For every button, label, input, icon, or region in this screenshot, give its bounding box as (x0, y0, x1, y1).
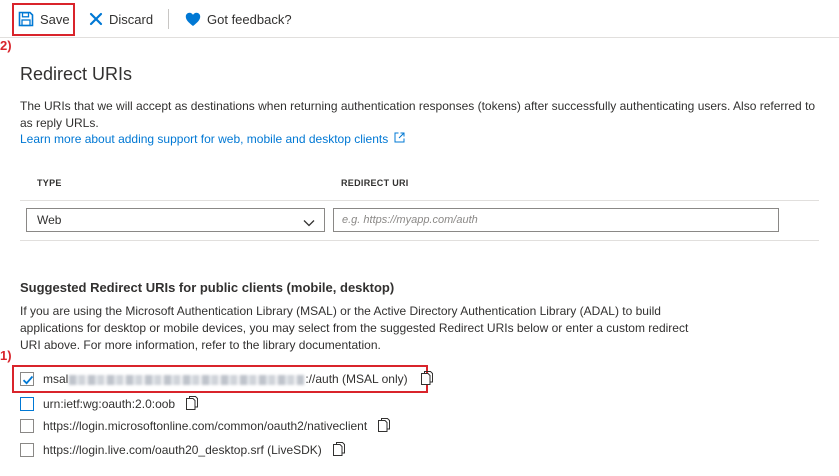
toolbar-separator (168, 9, 169, 29)
command-bar: Save Discard Got feedback? (0, 0, 839, 38)
column-header-redirect-uri: REDIRECT URI (341, 178, 409, 188)
oob-uri-checkbox[interactable] (20, 397, 34, 411)
page-title: Redirect URIs (20, 64, 133, 84)
oob-uri-label: urn:ietf:wg:oauth:2.0:oob (43, 397, 176, 411)
discard-label: Discard (109, 11, 154, 27)
external-link-icon (388, 132, 405, 146)
copy-icon[interactable] (185, 395, 199, 414)
x-icon (89, 12, 103, 26)
feedback-label: Got feedback? (207, 11, 292, 27)
type-dropdown-value: Web (37, 213, 62, 227)
section-description: The URIs that we will accept as destinat… (20, 99, 816, 130)
annotation-label-2: 2) (0, 38, 12, 53)
chevron-down-icon (303, 216, 315, 230)
copy-icon[interactable] (377, 417, 391, 436)
learn-more-link-text: Learn more about adding support for web,… (20, 132, 389, 146)
check-icon (22, 375, 34, 385)
list-item: https://login.microsoftonline.com/common… (20, 417, 391, 435)
suggested-uris-heading: Suggested Redirect URIs for public clien… (20, 280, 395, 295)
msal-uri-label: msal://auth (MSAL only) (43, 372, 408, 386)
nativeclient-uri-checkbox[interactable] (20, 419, 34, 433)
livesdk-uri-label: https://login.live.com/oauth20_desktop.s… (43, 443, 322, 457)
discard-button[interactable]: Discard (89, 0, 153, 38)
suggested-uris-description: If you are using the Microsoft Authentic… (20, 304, 689, 352)
list-item: msal://auth (MSAL only) (20, 370, 434, 388)
heart-icon (185, 12, 201, 27)
redirect-uri-input[interactable] (333, 208, 779, 232)
table-header-divider (20, 200, 819, 201)
list-item: urn:ietf:wg:oauth:2.0:oob (20, 395, 199, 413)
redacted-client-id (69, 374, 305, 385)
learn-more-link[interactable]: Learn more about adding support for web,… (20, 132, 405, 146)
type-dropdown[interactable]: Web (26, 208, 325, 232)
livesdk-uri-checkbox[interactable] (20, 443, 34, 457)
copy-icon[interactable] (420, 370, 434, 389)
annotation-label-1: 1) (0, 348, 12, 363)
column-header-type: TYPE (37, 178, 62, 188)
nativeclient-uri-label: https://login.microsoftonline.com/common… (43, 419, 368, 433)
table-row-divider (20, 240, 819, 241)
copy-icon[interactable] (332, 441, 346, 460)
annotation-box-save (12, 3, 75, 36)
list-item: https://login.live.com/oauth20_desktop.s… (20, 441, 346, 459)
msal-uri-checkbox[interactable] (20, 372, 34, 386)
feedback-button[interactable]: Got feedback? (185, 0, 292, 38)
